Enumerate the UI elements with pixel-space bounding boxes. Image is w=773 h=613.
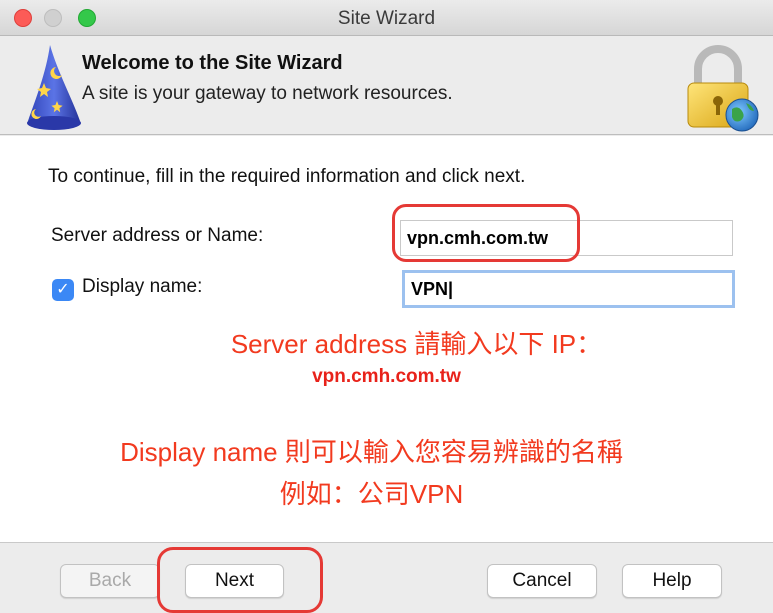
header-title: Welcome to the Site Wizard (82, 52, 343, 74)
window-title: Site Wizard (337, 8, 436, 29)
annotation-display-instruction: Display name 則可以輸入您容易辨識的名稱 (120, 437, 623, 467)
instructions-text: To continue, fill in the required inform… (48, 166, 526, 187)
help-button[interactable]: Help (622, 564, 722, 598)
display-name-input[interactable]: VPN| (402, 270, 735, 308)
wizard-hat-icon (27, 45, 81, 130)
wizard-content: To continue, fill in the required inform… (0, 136, 773, 542)
annotation-server-instruction: Server address 請輸入以下 IP： (230, 329, 603, 359)
padlock-globe-icon (687, 45, 759, 132)
checkmark-icon: ✓ (56, 281, 70, 298)
wizard-footer: Back Next Cancel Help (0, 542, 773, 613)
annotation-display-example: 例如：公司VPN (279, 479, 464, 509)
header-subtitle: A site is your gateway to network resour… (82, 83, 453, 104)
server-highlight-annotation (392, 204, 580, 262)
server-address-label: Server address or Name: (51, 225, 264, 246)
annotation-server-value: vpn.cmh.com.tw (312, 366, 461, 387)
wizard-header: Welcome to the Site Wizard A site is you… (0, 37, 773, 135)
next-highlight-annotation (157, 547, 323, 613)
back-button[interactable]: Back (60, 564, 160, 598)
cancel-button[interactable]: Cancel (487, 564, 597, 598)
display-name-label: Display name: (82, 276, 203, 297)
display-name-checkbox[interactable]: ✓ (52, 279, 74, 301)
title-bar: Site Wizard (0, 0, 773, 36)
